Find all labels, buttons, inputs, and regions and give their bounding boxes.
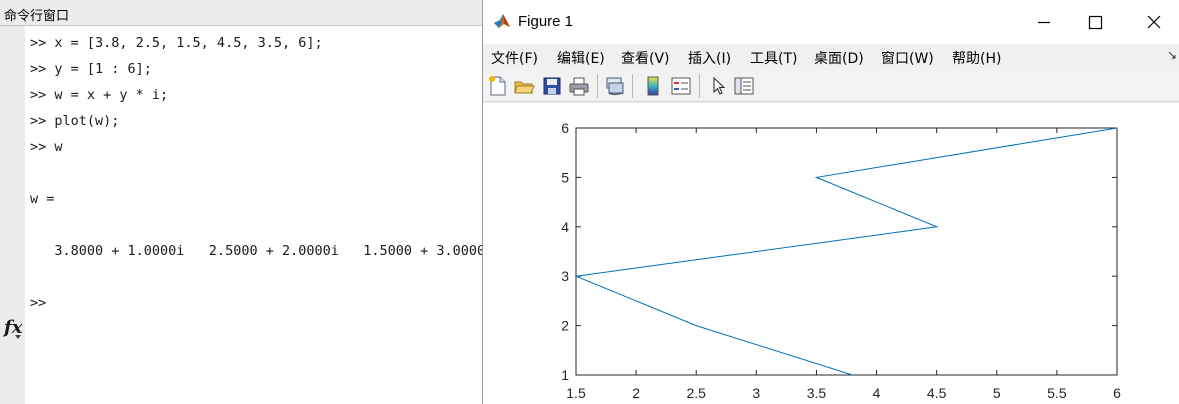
menu-view[interactable]: 查看(V) [621,48,670,68]
open-file-icon[interactable] [513,75,535,97]
close-button[interactable] [1133,8,1179,36]
figure-window: Figure 1 文件(F) 编辑(E) 查看(V) 插入(I) 工具(T) 桌… [482,0,1179,404]
figure-toolbar [483,70,1179,102]
x-tick-label: 4.5 [927,385,947,401]
y-tick-label: 6 [561,120,569,136]
command-line: >> w [30,139,63,155]
insert-legend-icon[interactable] [670,75,692,97]
maximize-button[interactable] [1079,8,1125,36]
x-tick-label: 3.5 [807,385,827,401]
minimize-button[interactable] [1021,8,1067,36]
maximize-icon [1088,15,1103,30]
minimize-icon [1038,21,1050,24]
property-inspector-icon[interactable] [733,75,755,97]
link-plot-icon[interactable] [604,75,626,97]
x-tick-label: 2.5 [686,385,706,401]
x-tick-label: 4 [873,385,881,401]
command-window-title: 命令行窗口 [4,9,70,24]
matlab-logo-icon [494,14,510,28]
menu-help[interactable]: 帮助(H) [952,48,1001,68]
x-tick-label: 2 [632,385,640,401]
command-window-gutter: fx [0,26,25,404]
toolbar-separator [699,74,700,98]
menu-edit[interactable]: 编辑(E) [557,48,605,68]
menu-desktop[interactable]: 桌面(D) [814,48,864,68]
function-browser-caret-icon[interactable] [15,335,21,339]
toolbar-separator [597,74,598,98]
figure-canvas[interactable]: 1.5 2 2.5 3 3.5 4 4.5 5 5.5 6 1 2 3 4 5 6 [483,103,1179,404]
menubar-dock-arrow-icon[interactable]: ↘ [1167,48,1177,62]
command-line: >> w = x + y * i; [30,87,169,103]
y-tick-label: 2 [561,318,569,334]
x-tick-label: 6 [1113,385,1121,401]
menu-tools[interactable]: 工具(T) [750,48,797,68]
y-tick-label: 1 [561,367,569,383]
command-window: 命令行窗口 fx >> x = [3.8, 2.5, 1.5, 4.5, 3.5… [0,0,482,404]
output-variable-name: w = [30,191,55,207]
x-tick-label: 5 [993,385,1001,401]
y-tick-label: 3 [561,268,569,284]
command-line: >> plot(w); [30,113,120,129]
command-output[interactable]: >> x = [3.8, 2.5, 1.5, 4.5, 3.5, 6]; >> … [30,34,482,404]
axes[interactable]: 1.5 2 2.5 3 3.5 4 4.5 5 5.5 6 1 2 3 4 5 6 [483,103,1179,404]
x-tick-label: 5.5 [1047,385,1067,401]
figure-titlebar[interactable]: Figure 1 [483,0,1179,44]
command-window-titlebar[interactable]: 命令行窗口 [0,0,482,26]
new-figure-icon[interactable] [487,75,509,97]
command-prompt[interactable]: >> [30,294,46,312]
command-line: >> y = [1 : 6]; [30,61,152,77]
print-figure-icon[interactable] [568,75,590,97]
edit-plot-icon[interactable] [707,75,729,97]
menu-insert[interactable]: 插入(I) [688,48,731,68]
close-icon [1147,15,1161,29]
y-tick-label: 5 [561,169,569,185]
toolbar-separator [632,74,633,98]
y-tick-label: 4 [561,219,569,235]
figure-menubar: 文件(F) 编辑(E) 查看(V) 插入(I) 工具(T) 桌面(D) 窗口(W… [483,44,1179,70]
axes-box [575,127,1118,376]
insert-colorbar-icon[interactable] [642,75,664,97]
x-tick-label: 3 [752,385,760,401]
save-figure-icon[interactable] [541,75,563,97]
figure-title: Figure 1 [518,13,574,30]
menu-window[interactable]: 窗口(W) [881,48,934,68]
command-line: >> x = [3.8, 2.5, 1.5, 4.5, 3.5, 6]; [30,35,323,51]
menu-file[interactable]: 文件(F) [491,48,538,68]
x-tick-label: 1.5 [566,385,586,401]
output-value-row: 3.8000 + 1.0000i 2.5000 + 2.0000i 1.5000… [30,243,482,259]
